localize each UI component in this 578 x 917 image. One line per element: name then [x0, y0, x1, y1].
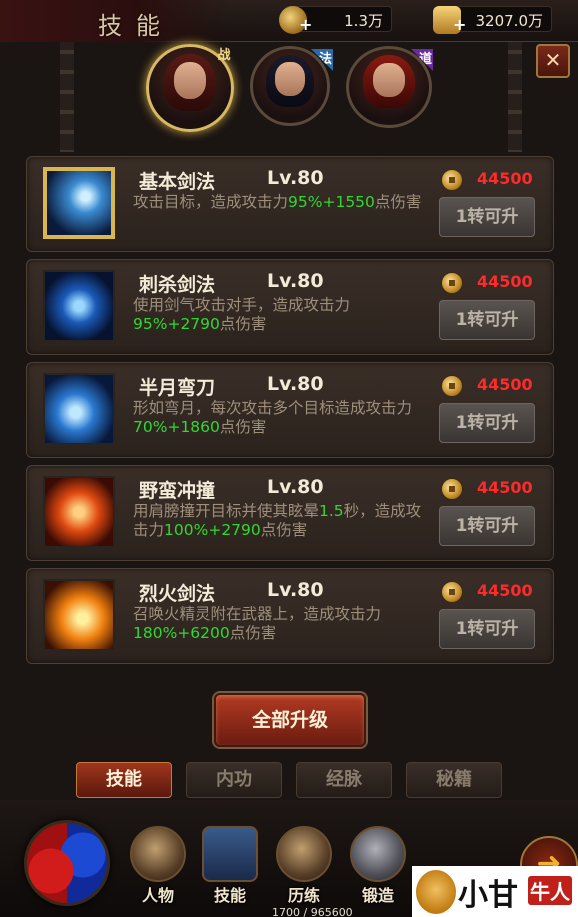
flame-sword-icon[interactable] — [43, 579, 115, 651]
experience-readout: 1700 / 965600 — [272, 906, 353, 917]
nav-skills[interactable]: 技能 — [198, 826, 262, 908]
skill-level: Lv.80 — [267, 579, 324, 601]
upgrade-button[interactable]: 1转可升 — [439, 609, 535, 649]
upgrade-cost: 44500 — [477, 581, 533, 600]
skill-name: 烈火剑法 — [139, 583, 216, 605]
nav-training[interactable]: 历练 — [272, 826, 336, 908]
skill-name: 半月弯刀 — [139, 377, 216, 399]
upgrade-cost: 44500 — [477, 169, 533, 188]
thrust-slash-icon[interactable] — [43, 270, 115, 342]
skill-tabs: 技能 内功 经脉 秘籍 — [70, 762, 510, 800]
skill-name: 刺杀剑法 — [139, 274, 216, 296]
gold-currency-display: + 3207.0万 — [433, 6, 552, 34]
skill-card[interactable]: 半月弯刀 Lv.80 形如弯月，每次攻击多个目标造成攻击力70%+1860点伤害… — [26, 362, 554, 458]
skill-level: Lv.80 — [267, 270, 324, 292]
skill-card[interactable]: 烈火剑法 Lv.80 召唤火精灵附在武器上，造成攻击力180%+6200点伤害 … — [26, 568, 554, 664]
watermark-logo: 小甘 牛人 — [412, 866, 578, 917]
add-gold-icon[interactable]: + — [453, 15, 466, 34]
upgrade-button[interactable]: 1转可升 — [439, 403, 535, 443]
upgrade-button[interactable]: 1转可升 — [439, 197, 535, 237]
nav-forge[interactable]: 锻造 — [346, 826, 410, 908]
skill-description: 使用剑气攻击对手，造成攻击力95%+2790点伤害 — [133, 296, 351, 333]
key-currency-display: + 1.3万 — [279, 6, 392, 34]
nav-character[interactable]: 人物 — [126, 826, 190, 908]
watermark-brand: 小甘 — [458, 878, 518, 913]
coin-icon — [441, 169, 463, 191]
coin-icon — [441, 478, 463, 500]
class-badge-taoist: 道 — [411, 49, 433, 71]
avatar-face — [173, 61, 207, 99]
skill-card[interactable]: 野蛮冲撞 Lv.80 用肩膀撞开目标并使其眩晕1.5秒，造成攻击力100%+27… — [26, 465, 554, 561]
page-title: 技能 — [98, 12, 174, 40]
spellbook-icon — [202, 826, 258, 882]
avatar-face — [373, 62, 405, 97]
upgrade-button[interactable]: 1转可升 — [439, 300, 535, 340]
character-taoist-avatar[interactable]: 道 — [346, 46, 433, 128]
nav-label: 历练 — [287, 886, 320, 905]
gold-currency-value: 3207.0万 — [475, 12, 544, 30]
close-button[interactable]: ✕ — [536, 44, 570, 78]
add-currency-icon[interactable]: + — [299, 15, 312, 34]
chain-decoration — [508, 42, 522, 152]
skill-name: 野蛮冲撞 — [139, 480, 216, 502]
nav-label: 人物 — [141, 886, 174, 905]
tab-inner-power[interactable]: 内功 — [186, 762, 282, 798]
helmet-icon — [130, 826, 186, 882]
tab-meridians[interactable]: 经脉 — [296, 762, 392, 798]
class-badge-warrior: 战 — [217, 48, 231, 63]
upgrade-cost: 44500 — [477, 478, 533, 497]
skill-description: 召唤火精灵附在武器上，造成攻击力180%+6200点伤害 — [133, 605, 382, 642]
skill-description: 形如弯月，每次攻击多个目标造成攻击力70%+1860点伤害 — [133, 399, 413, 436]
nav-label: 锻造 — [361, 886, 394, 905]
skill-name: 基本剑法 — [139, 171, 216, 193]
key-currency-value: 1.3万 — [344, 12, 383, 30]
coin-icon — [441, 272, 463, 294]
ox-mascot-icon — [416, 870, 456, 914]
skill-card[interactable]: 刺杀剑法 Lv.80 使用剑气攻击对手，造成攻击力95%+2790点伤害 445… — [26, 259, 554, 355]
armor-icon — [276, 826, 332, 882]
skill-level: Lv.80 — [267, 167, 324, 189]
top-bar: 技能 + 1.3万 + 3207.0万 — [0, 0, 578, 42]
upgrade-button[interactable]: 1转可升 — [439, 506, 535, 546]
skill-description: 用肩膀撞开目标并使其眩晕1.5秒，造成攻击力100%+2790点伤害 — [133, 502, 422, 539]
skill-level: Lv.80 — [267, 373, 324, 395]
coin-icon — [441, 375, 463, 397]
avatar-face — [275, 62, 305, 96]
upgrade-cost: 44500 — [477, 272, 533, 291]
skill-description: 攻击目标，造成攻击力95%+1550点伤害 — [133, 193, 422, 211]
watermark-tag: 牛人 — [528, 876, 572, 905]
sword-strike-icon[interactable] — [43, 167, 115, 239]
character-warrior-avatar[interactable]: 战 — [146, 44, 234, 132]
nav-label: 技能 — [213, 886, 246, 905]
taiji-orb-icon[interactable] — [24, 820, 110, 906]
coin-icon — [441, 581, 463, 603]
tab-secret-books[interactable]: 秘籍 — [406, 762, 502, 798]
title-plate: 技能 — [0, 0, 230, 42]
anvil-hammer-icon — [350, 826, 406, 882]
skill-level: Lv.80 — [267, 476, 324, 498]
class-badge-mage: 法 — [311, 49, 333, 71]
tab-skills[interactable]: 技能 — [76, 762, 172, 798]
skill-card[interactable]: 基本剑法 Lv.80 攻击目标，造成攻击力95%+1550点伤害 44500 1… — [26, 156, 554, 252]
character-mage-avatar[interactable]: 法 — [250, 46, 333, 126]
crescent-blade-icon[interactable] — [43, 373, 115, 445]
chain-decoration — [60, 42, 74, 152]
running-charge-icon[interactable] — [43, 476, 115, 548]
upgrade-all-button[interactable]: 全部升级 — [214, 693, 366, 747]
upgrade-cost: 44500 — [477, 375, 533, 394]
